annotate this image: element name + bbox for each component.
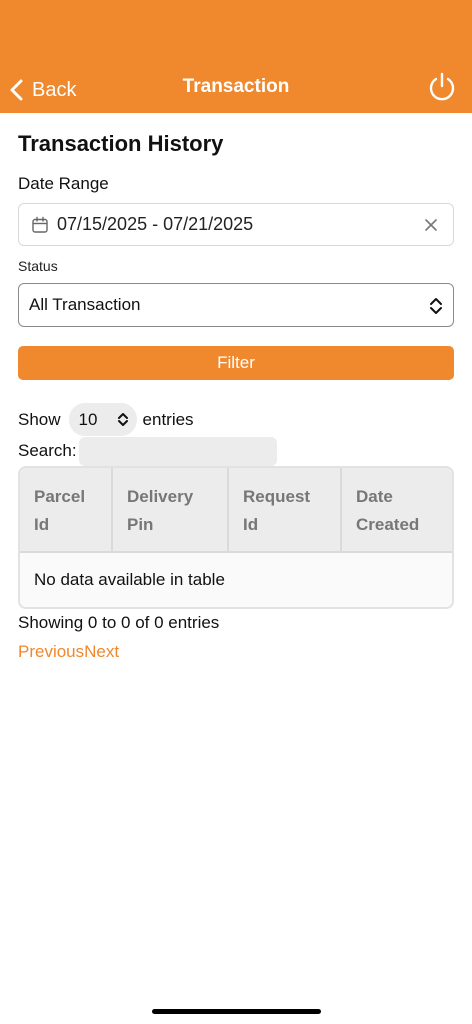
- app-header: Back Transaction: [0, 0, 472, 113]
- entries-label: entries: [142, 409, 194, 429]
- table-empty-message: No data available in table: [20, 553, 452, 607]
- date-range-input[interactable]: 07/15/2025 - 07/21/2025: [18, 203, 454, 246]
- date-range-value: 07/15/2025 - 07/21/2025: [57, 214, 254, 234]
- clear-icon[interactable]: [423, 217, 439, 233]
- date-range-label: Date Range: [18, 174, 109, 193]
- status-selected-value: All Transaction: [29, 295, 141, 314]
- status-select[interactable]: All Transaction: [18, 283, 454, 327]
- table-search: Search:: [18, 436, 277, 466]
- column-header-delivery-pin[interactable]: Delivery Pin: [113, 468, 229, 553]
- previous-page-link[interactable]: Previous: [18, 642, 84, 662]
- chevron-up-down-icon: [430, 298, 442, 314]
- entries-select[interactable]: 10: [68, 403, 137, 436]
- search-input[interactable]: [78, 436, 277, 466]
- column-header-date-created[interactable]: Date Created: [342, 468, 452, 553]
- calendar-icon: [32, 216, 48, 233]
- entries-length-control: Show 10 entries: [18, 403, 194, 436]
- next-page-link[interactable]: Next: [84, 642, 119, 662]
- show-label: Show: [18, 409, 61, 429]
- column-header-request-id[interactable]: Request Id: [229, 468, 342, 553]
- transactions-table: Parcel Id Delivery Pin Request Id Date C…: [18, 466, 454, 609]
- logout-button[interactable]: [426, 71, 458, 103]
- table-info: Showing 0 to 0 of 0 entries: [18, 613, 220, 632]
- power-icon: [429, 72, 455, 101]
- filter-button[interactable]: Filter: [18, 346, 454, 380]
- home-indicator[interactable]: [152, 1009, 321, 1014]
- table-header: Parcel Id Delivery Pin Request Id Date C…: [20, 468, 452, 553]
- header-title: Transaction: [182, 76, 290, 97]
- status-label: Status: [18, 258, 58, 274]
- search-label: Search:: [18, 441, 77, 460]
- entries-value: 10: [78, 409, 98, 429]
- column-header-parcel-id[interactable]: Parcel Id: [20, 468, 113, 553]
- page-title: Transaction History: [18, 131, 224, 156]
- chevron-up-down-icon: [117, 413, 128, 426]
- pagination: Previous Next: [18, 642, 119, 662]
